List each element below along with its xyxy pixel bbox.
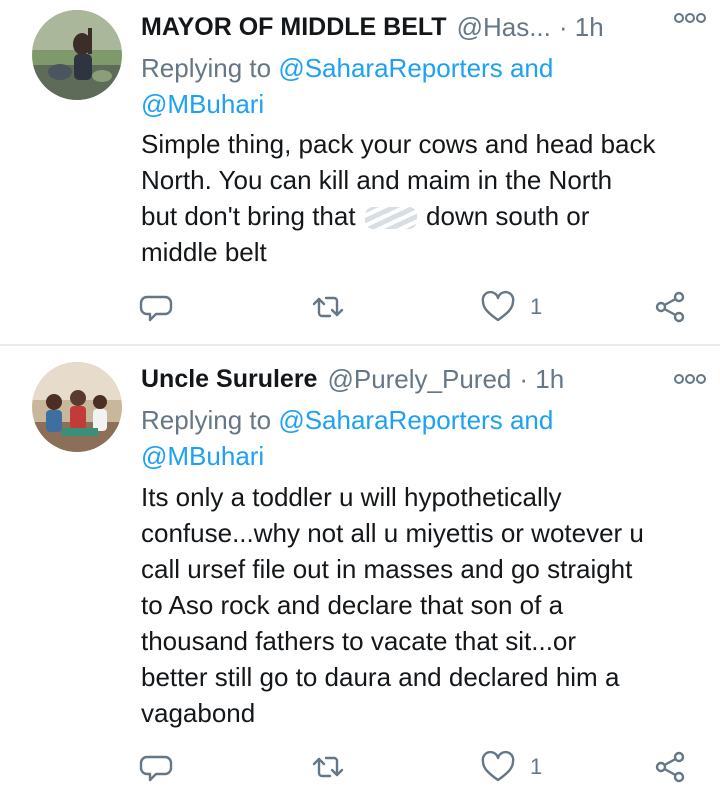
tweet-header: Uncle Surulere @Purely_Pured · 1h: [141, 362, 700, 396]
like-icon: [481, 290, 515, 322]
retweet-icon: [312, 756, 344, 778]
share-icon: [655, 751, 685, 783]
more-button[interactable]: [668, 367, 712, 391]
mention-link[interactable]: @SaharaReporters: [278, 53, 502, 83]
more-icon: [674, 13, 706, 23]
reply-icon: [139, 295, 173, 322]
more-button[interactable]: [668, 6, 712, 30]
replying-to: Replying to @SaharaReporters and @MBuhar…: [141, 402, 701, 474]
avatar[interactable]: [32, 10, 122, 100]
tweet-actions: 1: [0, 747, 720, 787]
avatar[interactable]: [32, 362, 122, 452]
like-count: 1: [530, 294, 543, 319]
tweet-text-fragment: down south or: [426, 201, 590, 231]
tweet[interactable]: MAYOR OF MIDDLE BELT @Has... · 1h Replyi…: [0, 0, 720, 345]
tweet-text-line: thousand fathers to vacate that sit...or: [141, 626, 577, 656]
timestamp[interactable]: · 1h: [559, 12, 604, 43]
share-icon: [655, 291, 685, 323]
avatar-image: [32, 10, 122, 100]
like-button[interactable]: 1: [480, 287, 542, 327]
display-name[interactable]: MAYOR OF MIDDLE BELT: [141, 13, 447, 42]
mention-link[interactable]: @MBuhari: [141, 89, 264, 119]
mention-and[interactable]: and: [510, 405, 553, 435]
retweet-button[interactable]: [310, 287, 346, 327]
timestamp[interactable]: · 1h: [519, 364, 564, 395]
tweet-header: MAYOR OF MIDDLE BELT @Has... · 1h: [141, 10, 700, 44]
replying-prefix: Replying to: [141, 53, 272, 83]
tweet-text-line: Its only a toddler u will hypothetically: [141, 482, 562, 512]
like-button[interactable]: 1: [480, 747, 542, 787]
tweet-text-line: vagabond: [141, 698, 256, 728]
tweet-text-line: to Aso rock and declare that son of a: [141, 590, 564, 620]
mention-link[interactable]: @MBuhari: [141, 441, 264, 471]
tweet-text-line: North. You can kill and maim in the Nort…: [141, 165, 613, 195]
tweet-divider: [0, 344, 720, 346]
tweet-text: Its only a toddler u will hypothetically…: [141, 479, 701, 731]
share-button[interactable]: [652, 747, 688, 787]
reply-button[interactable]: [138, 287, 174, 327]
replying-to: Replying to @SaharaReporters and @MBuhar…: [141, 50, 701, 122]
reply-icon: [139, 755, 173, 782]
reply-button[interactable]: [138, 747, 174, 787]
avatar-image: [32, 362, 122, 452]
tweet-text-line: call ursef file out in masses and go str…: [141, 554, 633, 584]
user-handle[interactable]: @Has...: [457, 12, 551, 43]
tweet[interactable]: Uncle Surulere @Purely_Pured · 1h Replyi…: [0, 347, 720, 799]
user-handle[interactable]: @Purely_Pured: [327, 364, 511, 395]
display-name[interactable]: Uncle Surulere: [141, 365, 317, 394]
tweet-actions: 1: [0, 287, 720, 327]
more-icon: [674, 374, 706, 384]
mention-and[interactable]: and: [510, 53, 553, 83]
mention-link[interactable]: @SaharaReporters: [278, 405, 502, 435]
retweet-icon: [312, 296, 344, 318]
like-count: 1: [530, 754, 543, 779]
tweet-text: Simple thing, pack your cows and head ba…: [141, 126, 701, 270]
tweet-text-fragment: but don't bring that: [141, 201, 356, 231]
tweet-text-line: better still go to daura and declared hi…: [141, 662, 620, 692]
tweet-text-line: middle belt: [141, 237, 267, 267]
tweet-text-line: confuse...why not all u miyettis or wote…: [141, 518, 644, 548]
retweet-button[interactable]: [310, 747, 346, 787]
tweet-text-line: Simple thing, pack your cows and head ba…: [141, 129, 656, 159]
censor-mark: [364, 207, 417, 230]
tweet-feed: MAYOR OF MIDDLE BELT @Has... · 1h Replyi…: [0, 0, 720, 799]
like-icon: [481, 750, 515, 782]
share-button[interactable]: [652, 287, 688, 327]
replying-prefix: Replying to: [141, 405, 272, 435]
tweet-text-line: but don't bring that down south or: [141, 198, 701, 234]
